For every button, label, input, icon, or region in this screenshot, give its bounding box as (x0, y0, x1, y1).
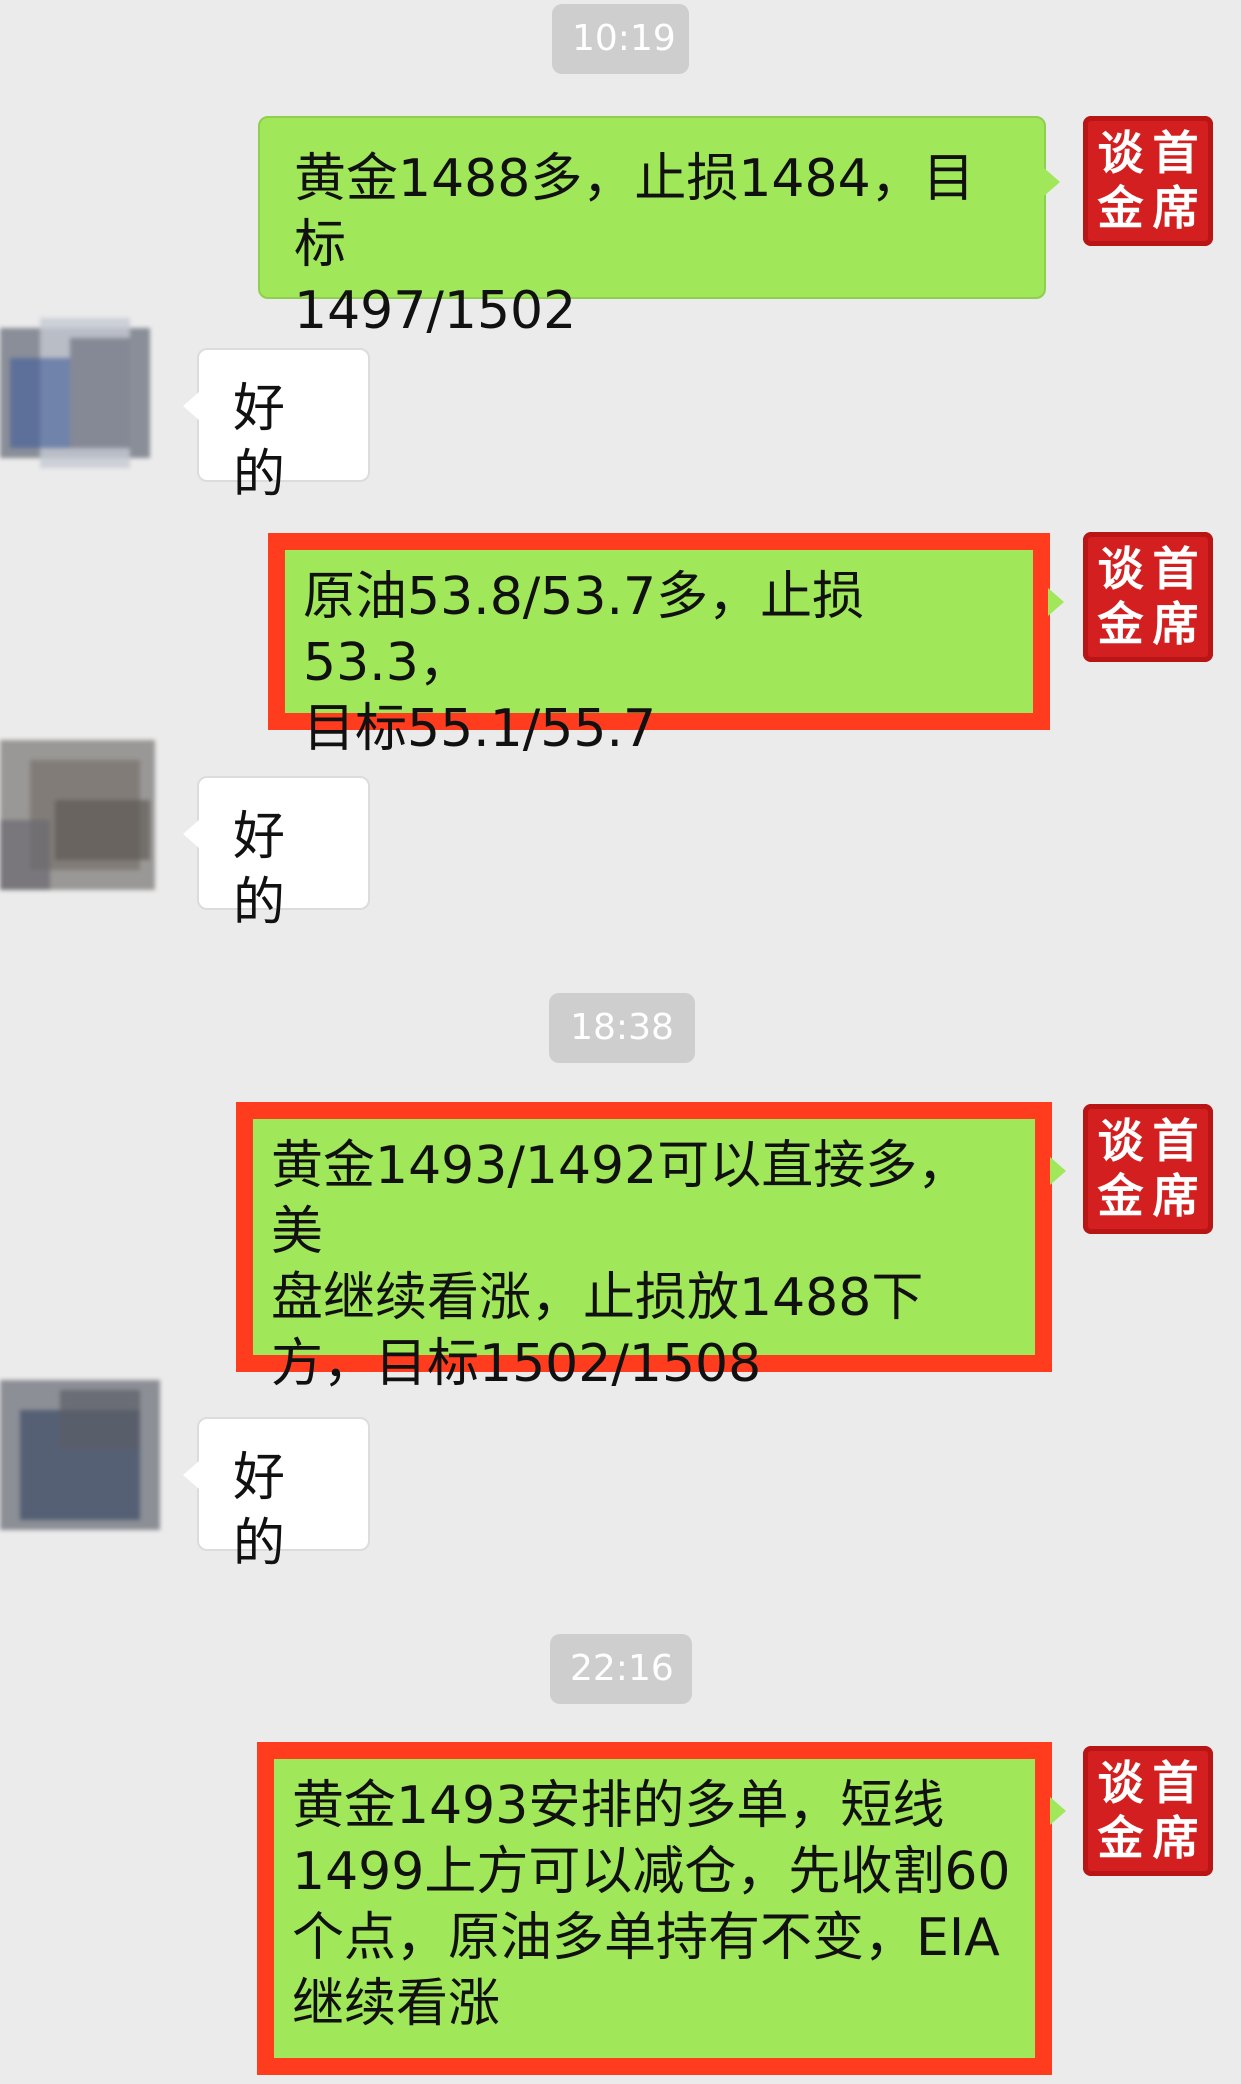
contact-avatar[interactable] (0, 740, 160, 890)
message-line: 个点，原油多单持有不变，EIA (292, 1908, 1000, 1968)
seal-avatar[interactable]: 谈 首 金 席 (1083, 1746, 1213, 1876)
seal-char: 首 (1152, 542, 1199, 596)
seal-char: 席 (1152, 181, 1199, 235)
seal-char: 首 (1152, 1756, 1199, 1810)
seal-char: 谈 (1097, 542, 1144, 596)
my-message-bubble[interactable]: 黄金1493/1492可以直接多，美 盘继续看涨，止损放1488下 方，目标15… (236, 1102, 1066, 1394)
seal-avatar[interactable]: 谈 首 金 席 (1083, 116, 1213, 246)
message-line: 黄金1493/1492可以直接多，美 (271, 1136, 970, 1262)
message-line: 好的 (233, 1448, 286, 1574)
seal-char: 首 (1152, 1114, 1199, 1168)
seal-char: 谈 (1097, 1114, 1144, 1168)
seal-avatar[interactable]: 谈 首 金 席 (1083, 532, 1213, 662)
message-line: 黄金1488多，止损1484，目标 (294, 149, 975, 275)
message-line: 目标55.1/55.7 (303, 699, 657, 759)
seal-char: 谈 (1097, 1756, 1144, 1810)
timestamp: 10:19 (552, 4, 689, 74)
seal-char: 金 (1097, 1811, 1144, 1865)
contact-avatar[interactable] (0, 1380, 160, 1530)
seal-char: 金 (1097, 181, 1144, 235)
contact-message-bubble[interactable]: 好的 (183, 1417, 370, 1574)
seal-char: 首 (1152, 126, 1199, 180)
timestamp: 22:16 (550, 1634, 692, 1704)
seal-char: 席 (1152, 1169, 1199, 1223)
message-line: 盘继续看涨，止损放1488下 (271, 1268, 924, 1328)
my-message-bubble[interactable]: 原油53.8/53.7多，止损53.3， 目标55.1/55.7 (268, 533, 1064, 759)
contact-avatar[interactable] (0, 318, 160, 468)
message-line: 方，目标1502/1508 (271, 1334, 762, 1394)
my-message-bubble[interactable]: 黄金1488多，止损1484，目标 1497/1502 (258, 116, 1060, 341)
message-line: 继续看涨 (292, 1974, 501, 2034)
message-line: 1499上方可以减仓，先收割60 (292, 1842, 1011, 1902)
message-line: 1497/1502 (294, 281, 577, 341)
seal-char: 金 (1097, 597, 1144, 651)
seal-char: 席 (1152, 597, 1199, 651)
message-line: 黄金1493安排的多单，短线 (292, 1776, 945, 1836)
my-message-bubble[interactable]: 黄金1493安排的多单，短线 1499上方可以减仓，先收割60 个点，原油多单持… (257, 1742, 1066, 2075)
message-line: 原油53.8/53.7多，止损53.3， (303, 567, 865, 693)
timestamp: 18:38 (549, 993, 695, 1063)
contact-message-bubble[interactable]: 好的 (183, 776, 370, 933)
message-line: 好的 (233, 807, 286, 933)
seal-char: 谈 (1097, 126, 1144, 180)
seal-avatar[interactable]: 谈 首 金 席 (1083, 1104, 1213, 1234)
message-line: 好的 (233, 379, 286, 505)
seal-char: 金 (1097, 1169, 1144, 1223)
seal-char: 席 (1152, 1811, 1199, 1865)
contact-message-bubble[interactable]: 好的 (183, 348, 370, 505)
